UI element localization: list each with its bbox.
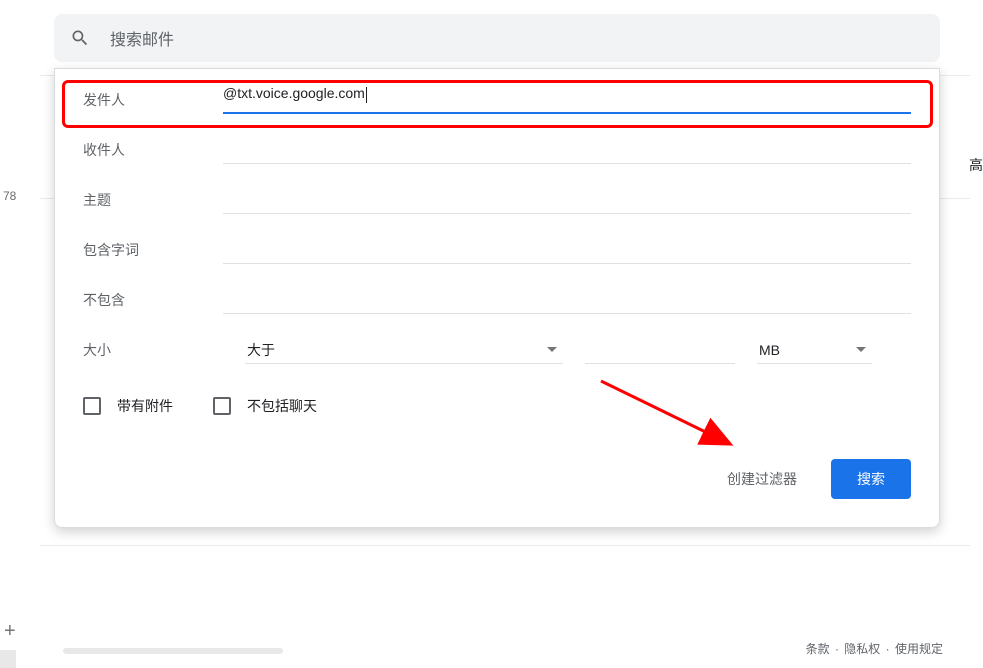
chevron-down-icon	[856, 347, 866, 352]
footer-links: 条款 · 隐私权 · 使用规定	[804, 640, 945, 657]
size-unit-select[interactable]: MB	[757, 336, 872, 364]
terms-link[interactable]: 条款	[806, 642, 830, 656]
haswords-input[interactable]	[223, 236, 911, 264]
side-text: 高	[969, 155, 983, 175]
sidebar-count: 78	[3, 189, 16, 203]
advanced-search-panel: 发件人 @txt.voice.google.com 收件人 主题 包含字词 不包…	[54, 68, 940, 528]
from-label: 发件人	[83, 90, 223, 110]
size-compare-select[interactable]: 大于	[245, 336, 563, 364]
haswords-label: 包含字词	[83, 240, 223, 260]
size-value-input[interactable]	[585, 336, 735, 364]
nothas-label: 不包含	[83, 290, 223, 310]
plus-icon[interactable]: +	[4, 620, 16, 643]
search-icon	[70, 28, 90, 48]
sidebar-square	[0, 650, 16, 668]
nothas-input[interactable]	[223, 286, 911, 314]
search-bar[interactable]: 搜索邮件	[54, 14, 940, 62]
search-placeholder: 搜索邮件	[110, 26, 174, 50]
subject-input[interactable]	[223, 186, 911, 214]
from-input[interactable]: @txt.voice.google.com	[223, 86, 911, 114]
chevron-down-icon	[547, 347, 557, 352]
checkbox-icon	[213, 397, 231, 415]
has-attachment-checkbox[interactable]: 带有附件	[83, 396, 173, 416]
checkbox-icon	[83, 397, 101, 415]
search-button[interactable]: 搜索	[831, 459, 911, 499]
text-cursor	[366, 87, 367, 103]
to-input[interactable]	[223, 136, 911, 164]
to-label: 收件人	[83, 140, 223, 160]
exclude-chat-checkbox[interactable]: 不包括聊天	[213, 396, 317, 416]
subject-label: 主题	[83, 190, 223, 210]
horizontal-scrollbar[interactable]	[63, 648, 543, 656]
size-label: 大小	[83, 340, 223, 360]
policies-link[interactable]: 使用规定	[895, 642, 943, 656]
privacy-link[interactable]: 隐私权	[844, 642, 880, 656]
create-filter-button[interactable]: 创建过滤器	[719, 459, 805, 499]
